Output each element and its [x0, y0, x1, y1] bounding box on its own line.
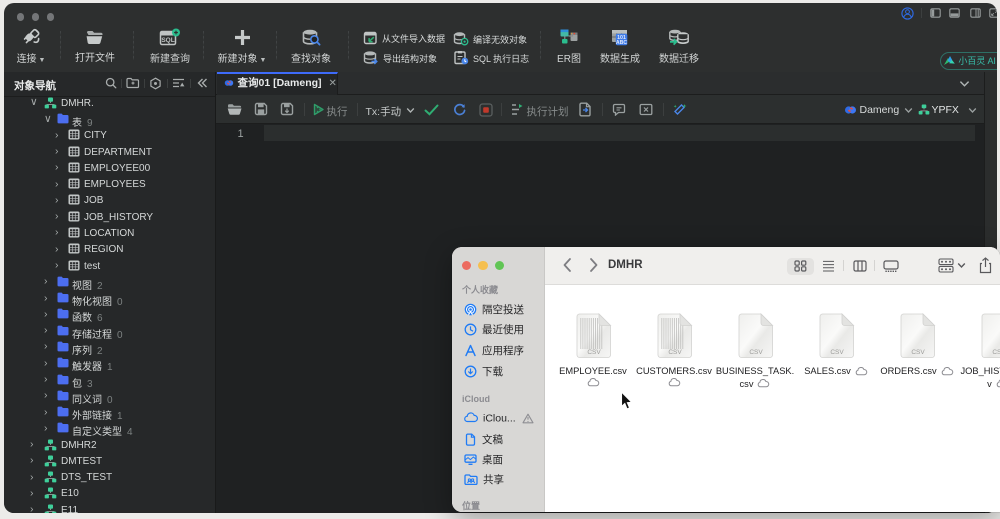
svg-text:CSV: CSV [992, 349, 1000, 356]
svg-text:CSV: CSV [911, 349, 925, 356]
svg-text:ABC: ABC [616, 40, 627, 46]
svg-text:CSV: CSV [668, 349, 682, 356]
svg-text:CSV: CSV [587, 349, 601, 356]
svg-text:SQL: SQL [161, 37, 174, 44]
svg-text:CSV: CSV [830, 349, 844, 356]
svg-text:CSV: CSV [749, 349, 763, 356]
